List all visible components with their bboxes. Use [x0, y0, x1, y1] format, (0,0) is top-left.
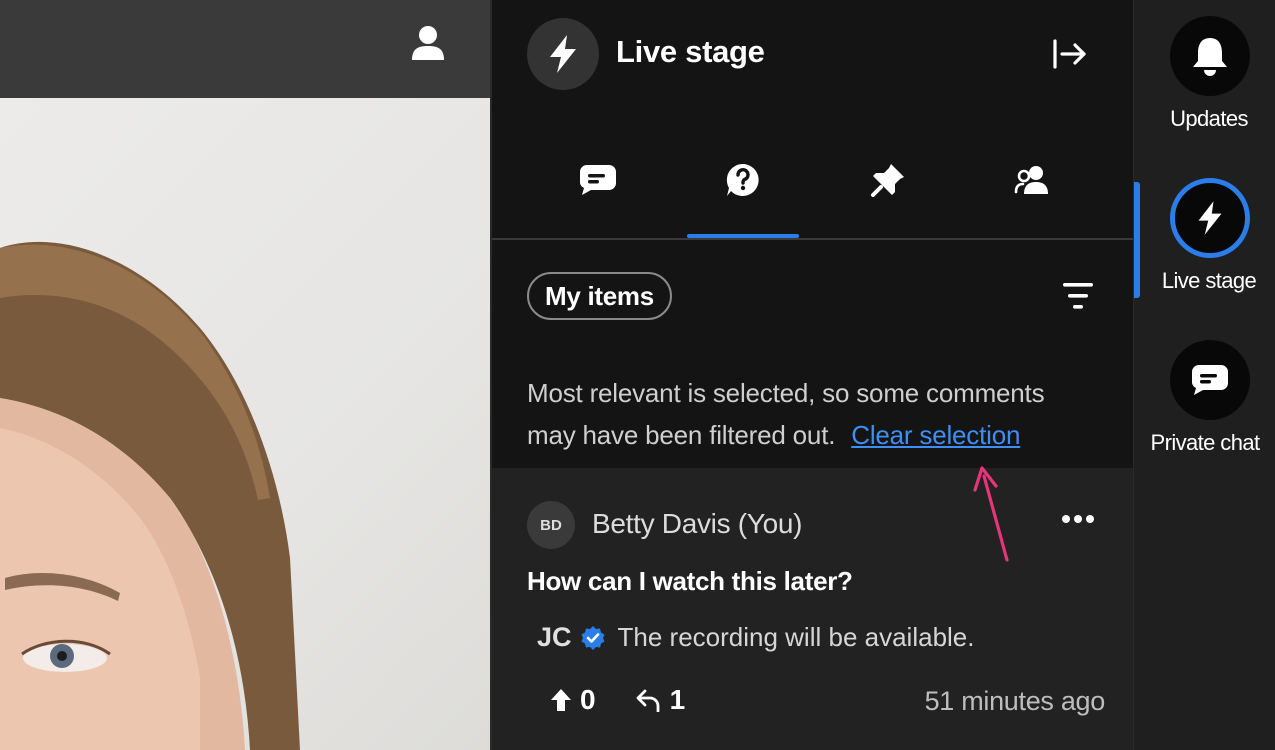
reply-arrow-icon	[636, 689, 659, 712]
reply-button[interactable]: 1	[636, 684, 686, 716]
lightning-icon	[1170, 178, 1250, 258]
video-area	[0, 0, 490, 750]
rail-item-updates[interactable]: Updates	[1134, 0, 1275, 150]
filter-icon	[1063, 283, 1093, 309]
tab-chat[interactable]	[542, 122, 654, 238]
tab-pinned[interactable]	[832, 122, 944, 238]
chat-bubble-icon	[1170, 340, 1250, 420]
panel-title: Live stage	[616, 34, 765, 69]
more-options-button[interactable]	[1060, 512, 1100, 536]
live-stage-panel: Live stage My items Most relevant is sel…	[490, 0, 1135, 750]
question-text: How can I watch this later?	[527, 566, 853, 596]
rail-item-private-chat[interactable]: Private chat	[1134, 330, 1275, 480]
people-icon	[1014, 166, 1048, 194]
question-bubble-icon	[726, 163, 759, 196]
filter-notice: Most relevant is selected, so some comme…	[527, 372, 1097, 456]
reply-author-initials: JC	[537, 622, 572, 652]
avatar: BD	[527, 501, 575, 549]
right-rail: Updates Live stage Private chat	[1133, 0, 1275, 750]
rail-label-live-stage: Live stage	[1161, 268, 1257, 293]
timestamp: 51 minutes ago	[924, 686, 1106, 716]
upvote-count: 0	[580, 684, 596, 715]
lightning-icon	[527, 18, 599, 90]
sort-filter-button[interactable]	[1060, 278, 1100, 318]
exit-arrow-icon	[1053, 39, 1086, 69]
clear-selection-link[interactable]: Clear selection	[851, 420, 1020, 450]
bell-icon	[1170, 16, 1250, 96]
rail-item-live-stage[interactable]: Live stage	[1134, 170, 1275, 320]
chat-bubble-icon	[580, 165, 616, 195]
upvote-button[interactable]: 0	[550, 684, 596, 716]
panel-header: Live stage	[492, 0, 1135, 110]
reply-text: The recording will be available.	[617, 622, 975, 652]
user-icon[interactable]	[410, 24, 446, 62]
video-top-bar	[0, 0, 490, 98]
reply-count: 1	[669, 684, 686, 715]
upvote-arrow-icon	[551, 689, 571, 711]
question-actions: 0 1	[550, 684, 725, 716]
my-items-chip[interactable]: My items	[527, 272, 672, 320]
reply-row: JC The recording will be available.	[537, 622, 974, 653]
question-card: BD Betty Davis (You) How can I watch thi…	[492, 468, 1135, 750]
close-panel-button[interactable]	[1050, 34, 1090, 74]
filter-row: My items	[492, 240, 1135, 360]
rail-label-private-chat: Private chat	[1150, 430, 1261, 455]
more-dots-icon	[1062, 515, 1094, 523]
verified-badge-icon	[581, 625, 605, 650]
author-name: Betty Davis (You)	[592, 508, 803, 539]
tab-people[interactable]	[976, 122, 1088, 238]
pin-icon	[871, 164, 904, 197]
tab-qna[interactable]	[687, 122, 799, 238]
panel-tabs	[492, 122, 1135, 240]
rail-label-updates: Updates	[1170, 106, 1248, 131]
video-feed-image	[0, 98, 490, 750]
